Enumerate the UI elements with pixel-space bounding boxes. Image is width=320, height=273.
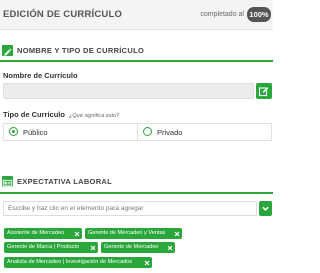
tag-chip: Gerente de Marca | Producto	[4, 242, 98, 253]
radio-option-private[interactable]: Privado	[138, 124, 271, 140]
tag-chip: Analista de Mercadeo | Investigación de …	[4, 257, 152, 268]
tag-label: Asistente de Mercadeo	[7, 230, 65, 237]
radio-option-public[interactable]: Público	[4, 124, 138, 140]
expectations-section-header: EXPECTATIVA LABORAL	[0, 176, 273, 190]
profile-section-title: NOMBRE Y TIPO DE CURRÍCULO	[17, 46, 145, 55]
radio-label-public: Público	[23, 127, 48, 137]
tag-chip: Gerente de Mercadeo	[101, 242, 175, 253]
close-icon[interactable]	[90, 245, 96, 251]
tag-label: Gerente de Marca | Producto	[7, 244, 80, 251]
close-icon[interactable]	[144, 260, 150, 266]
radio-button-unchecked[interactable]	[143, 127, 152, 136]
page-title: EDICIÓN DE CURRÍCULO	[3, 9, 123, 20]
expectations-section-title: EXPECTATIVA LABORAL	[17, 177, 113, 186]
curriculum-type-help-link[interactable]: ¿Qué significa esto?	[69, 113, 119, 119]
radio-button-checked[interactable]	[9, 127, 18, 136]
section-divider	[0, 192, 273, 194]
close-icon[interactable]	[167, 245, 173, 251]
tag-label: Gerente de Mercadeo	[104, 244, 159, 251]
id-card-icon	[2, 176, 13, 188]
edit-name-button[interactable]	[256, 83, 272, 99]
curriculum-name-input[interactable]	[3, 83, 254, 99]
dropdown-toggle-button[interactable]	[259, 201, 272, 216]
edit-icon	[258, 86, 269, 97]
curriculum-type-label-text: Tipo de Currículo	[3, 110, 65, 119]
tag-chip: Gerente de Mercadeo y Ventas	[85, 228, 182, 239]
job-expectation-search-input[interactable]	[3, 201, 257, 216]
close-icon[interactable]	[74, 231, 80, 237]
completion-label: completado al	[200, 11, 244, 18]
pencil-icon	[2, 45, 13, 56]
completion-badge: 100%	[247, 7, 271, 22]
curriculum-type-label: Tipo de Currículo ¿Qué significa esto?	[3, 110, 119, 119]
tag-label: Analista de Mercadeo | Investigación de …	[7, 259, 133, 266]
curriculum-type-radio-group: Público Privado	[3, 123, 272, 141]
tag-chip: Asistente de Mercadeo	[4, 228, 82, 239]
page-header: EDICIÓN DE CURRÍCULO completado al 100%	[0, 0, 273, 30]
radio-label-private: Privado	[157, 127, 183, 137]
tag-label: Gerente de Mercadeo y Ventas	[88, 230, 166, 237]
profile-section-header: NOMBRE Y TIPO DE CURRÍCULO	[0, 45, 273, 59]
curriculum-name-label: Nombre de Currículo	[3, 71, 78, 80]
section-divider	[0, 60, 273, 62]
chevron-down-icon	[262, 206, 269, 211]
close-icon[interactable]	[174, 231, 180, 237]
